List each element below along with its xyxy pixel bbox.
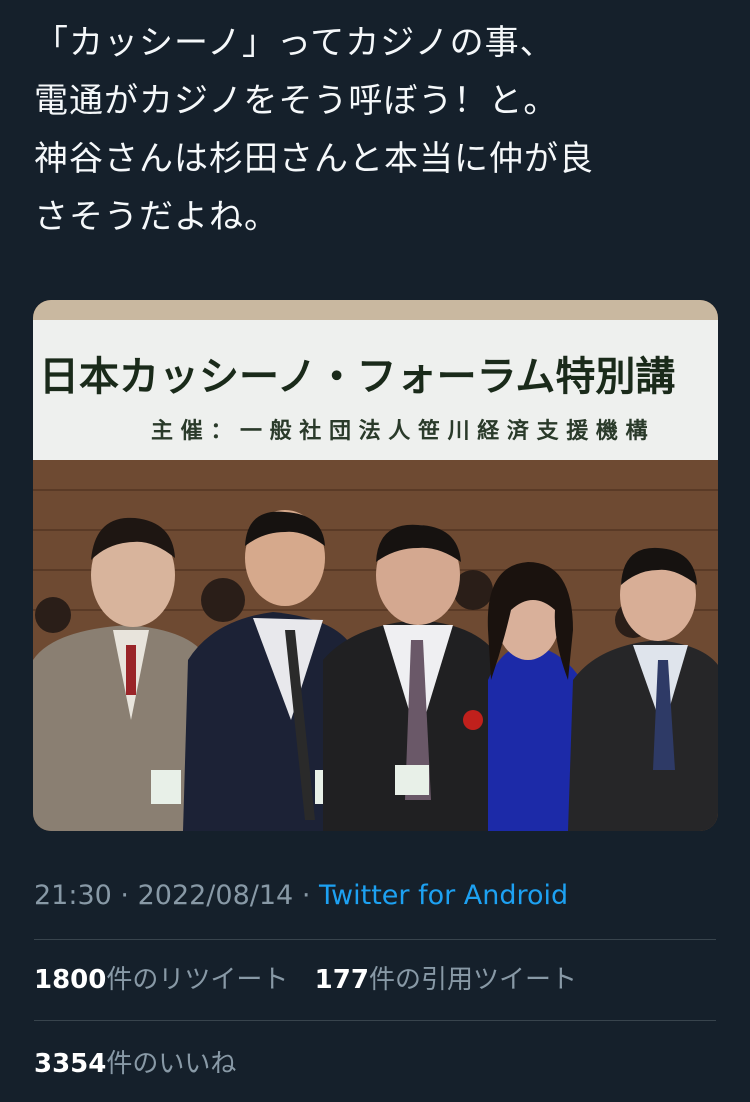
tweet-stats-shares: 1800件のリツイート 177件の引用ツイート — [34, 960, 595, 1000]
retweets-count: 1800 — [34, 965, 107, 995]
tweet-stats-likes: 3354件のいいね — [34, 1044, 254, 1084]
likes-stat[interactable]: 3354件のいいね — [34, 1049, 236, 1079]
banner-subtitle: 主 催 ： 一 般 社 団 法 人 笹 川 経 済 支 援 機 構 — [151, 418, 648, 444]
photo-scene: 日本カッシーノ・フォーラム特別講 主 催 ： 一 般 社 団 法 人 笹 川 経… — [33, 300, 718, 831]
tweet-text-line: 電通がカジノをそう呼ぼう！と。 — [34, 81, 559, 121]
tweet-text-line: 「カッシーノ」ってカジノの事、 — [34, 23, 555, 63]
divider — [34, 1020, 716, 1021]
meta-separator: · — [301, 880, 311, 911]
retweets-label: 件のリツイート — [106, 965, 289, 995]
tweet-date: 2022/08/14 — [137, 880, 294, 911]
tweet-text-line: 神谷さんは杉田さんと本当に仲が良 — [34, 139, 594, 179]
tweet-meta: 21:30 · 2022/08/14 · Twitter for Android — [34, 876, 568, 916]
tweet-photo[interactable]: 日本カッシーノ・フォーラム特別講 主 催 ： 一 般 社 団 法 人 笹 川 経… — [33, 300, 718, 831]
quotes-label: 件の引用ツイート — [368, 965, 577, 995]
tweet-text: 「カッシーノ」ってカジノの事、 電通がカジノをそう呼ぼう！と。 神谷さんは杉田さ… — [34, 14, 724, 246]
tweet-text-line: さそうだよね。 — [34, 197, 279, 237]
quotes-stat[interactable]: 177件の引用ツイート — [315, 965, 577, 995]
tweet-time: 21:30 — [34, 880, 112, 911]
meta-separator: · — [120, 880, 129, 911]
person — [487, 562, 581, 831]
likes-count: 3354 — [34, 1049, 107, 1079]
divider — [34, 939, 716, 940]
retweets-stat[interactable]: 1800件のリツイート — [34, 965, 288, 995]
source-link[interactable]: Twitter for Android — [319, 880, 568, 911]
banner-title: 日本カッシーノ・フォーラム特別講 — [39, 354, 675, 400]
likes-label: 件のいいね — [106, 1049, 237, 1079]
quotes-count: 177 — [314, 965, 369, 995]
